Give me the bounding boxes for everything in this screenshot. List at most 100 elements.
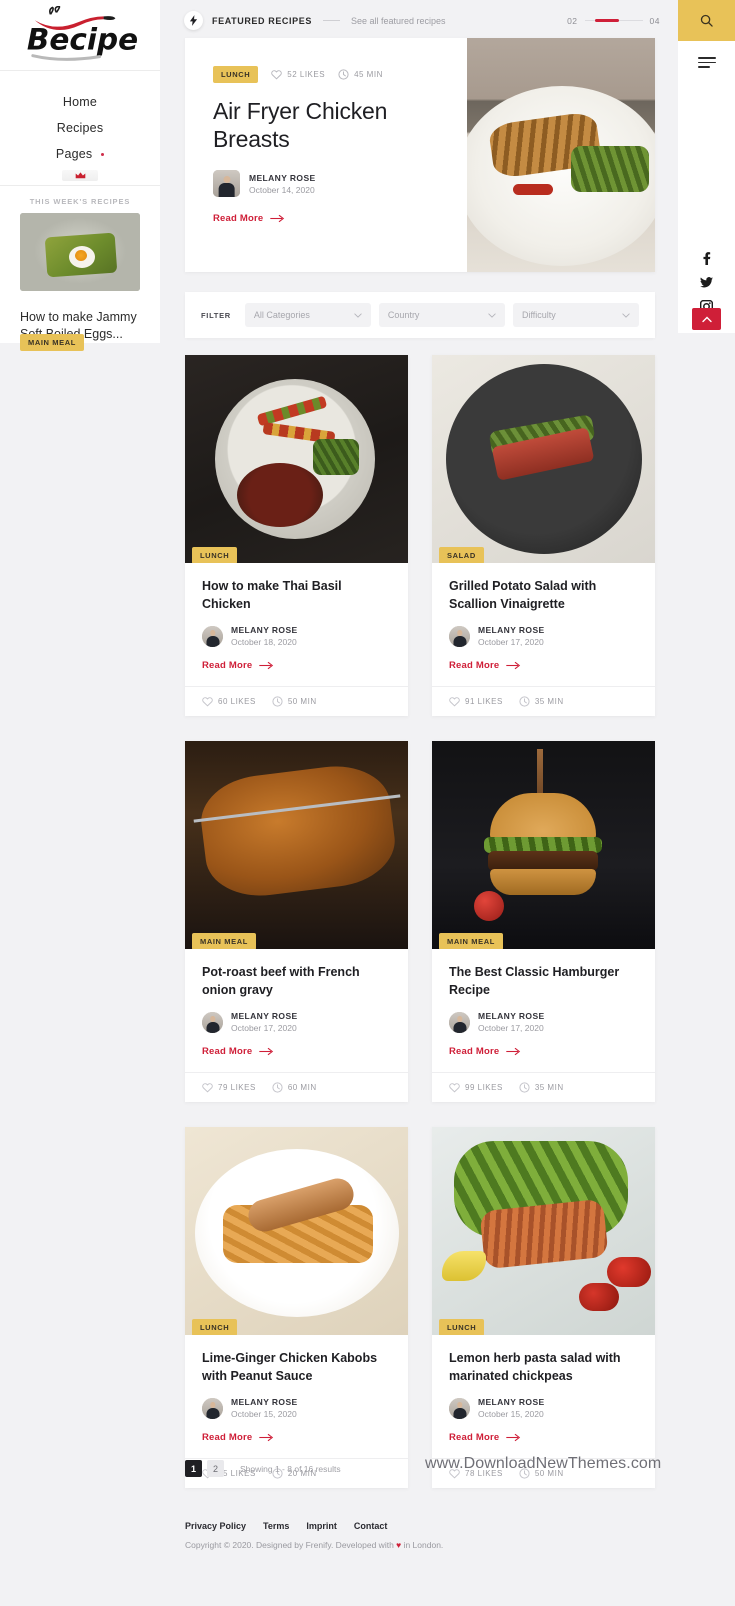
category-select[interactable]: All Categories bbox=[244, 303, 371, 327]
recipe-card-time-text: 60 MIN bbox=[287, 1083, 317, 1092]
recipe-card-author-name: MELANY ROSE bbox=[478, 625, 545, 635]
recipe-card-time-text: 35 MIN bbox=[534, 1083, 564, 1092]
recipe-card-author-name: MELANY ROSE bbox=[231, 1011, 298, 1021]
recipe-card[interactable]: LUNCH How to make Thai Basil Chicken MEL… bbox=[185, 355, 408, 716]
logo[interactable]: Becipe bbox=[0, 0, 160, 72]
twitter-icon[interactable] bbox=[700, 276, 713, 289]
crown-icon bbox=[75, 172, 85, 179]
read-more-label: Read More bbox=[213, 213, 264, 225]
footer-link-privacy-policy[interactable]: Privacy Policy bbox=[185, 1521, 246, 1531]
recipe-card-likes: 79 LIKES bbox=[202, 1082, 256, 1093]
read-more-label: Read More bbox=[202, 660, 253, 671]
back-to-top-button[interactable] bbox=[692, 308, 721, 330]
recipe-card-body: Grilled Potato Salad with Scallion Vinai… bbox=[432, 563, 655, 686]
hamburger-bar bbox=[697, 66, 710, 68]
featured-recipe-content: LUNCH 52 LIKES 45 MIN Air Fryer Chicken … bbox=[213, 66, 458, 224]
featured-likes-text: 52 LIKES bbox=[287, 70, 326, 79]
filter-label: FILTER bbox=[201, 310, 231, 320]
sidebar-divider bbox=[0, 185, 160, 187]
recipe-card-time: 50 MIN bbox=[272, 696, 317, 707]
footer: Privacy Policy Terms Imprint Contact Cop… bbox=[185, 1521, 655, 1550]
difficulty-select-value: Difficulty bbox=[521, 310, 556, 320]
featured-category-badge: LUNCH bbox=[213, 66, 259, 83]
recipe-card-time: 35 MIN bbox=[519, 1082, 564, 1093]
pagination-showing-text: Showing 1 - 8 of 16 results bbox=[240, 1463, 341, 1474]
recipe-card-author-row: MELANY ROSE October 15, 2020 bbox=[449, 1397, 638, 1419]
recipe-card[interactable]: LUNCH Lemon herb pasta salad with marina… bbox=[432, 1127, 655, 1488]
featured-recipe-image bbox=[467, 38, 655, 272]
recipe-card-likes-text: 79 LIKES bbox=[218, 1083, 256, 1092]
hamburger-bar bbox=[697, 57, 716, 59]
clock-icon bbox=[272, 696, 283, 707]
avatar bbox=[449, 1397, 470, 1419]
svg-text:Becipe: Becipe bbox=[27, 23, 138, 57]
clock-icon bbox=[272, 1082, 283, 1093]
left-sidebar: Becipe Home Recipes Pages THIS WEEK'S RE… bbox=[0, 0, 160, 351]
sidebar-item-home[interactable]: Home bbox=[0, 89, 160, 115]
crown-badge[interactable] bbox=[62, 170, 98, 182]
recipe-card-author-row: MELANY ROSE October 17, 2020 bbox=[449, 1011, 638, 1033]
recipe-card-badge: MAIN MEAL bbox=[192, 933, 256, 949]
recipe-card-read-more[interactable]: Read More bbox=[202, 1046, 391, 1072]
recipe-card-likes-text: 60 LIKES bbox=[218, 697, 256, 706]
read-more-label: Read More bbox=[449, 1046, 500, 1057]
hamburger-menu-button[interactable] bbox=[697, 57, 716, 68]
copyright-text: Copyright © 2020. Designed by Frenify. D… bbox=[185, 1540, 655, 1550]
recipe-card-time: 60 MIN bbox=[272, 1082, 317, 1093]
recipe-card-title: Pot-roast beef with French onion gravy bbox=[202, 965, 360, 997]
difficulty-select[interactable]: Difficulty bbox=[512, 303, 639, 327]
recipe-card-date: October 18, 2020 bbox=[231, 637, 297, 647]
featured-pager: 02 04 bbox=[567, 16, 660, 26]
sidebar-item-label: Pages bbox=[55, 147, 93, 162]
chevron-up-icon bbox=[701, 316, 712, 322]
recipe-card[interactable]: SALAD Grilled Potato Salad with Scallion… bbox=[432, 355, 655, 716]
clock-icon bbox=[519, 696, 530, 707]
see-all-featured-link[interactable]: See all featured recipes bbox=[351, 16, 446, 26]
sidebar-item-pages[interactable]: Pages bbox=[0, 141, 160, 167]
chevron-down-icon bbox=[488, 312, 496, 318]
recipe-card-title: Lime-Ginger Chicken Kabobs with Peanut S… bbox=[202, 1351, 378, 1383]
read-more-label: Read More bbox=[202, 1046, 253, 1057]
featured-publish-date: October 14, 2020 bbox=[249, 184, 315, 195]
week-recipe-card[interactable]: MAIN MEAL How to make Jammy Soft Boiled … bbox=[20, 213, 140, 351]
pagination-page-1[interactable]: 1 bbox=[185, 1460, 202, 1477]
footer-link-terms[interactable]: Terms bbox=[263, 1521, 289, 1531]
recipe-card-date: October 17, 2020 bbox=[478, 1023, 544, 1033]
recipe-card-date: October 15, 2020 bbox=[478, 1409, 544, 1419]
heart-icon bbox=[271, 70, 282, 80]
recipe-card-read-more[interactable]: Read More bbox=[202, 660, 391, 686]
country-select[interactable]: Country bbox=[378, 303, 505, 327]
recipe-card-read-more[interactable]: Read More bbox=[449, 660, 638, 686]
recipe-card-date: October 15, 2020 bbox=[231, 1409, 297, 1419]
recipe-card-author-name: MELANY ROSE bbox=[231, 1397, 298, 1407]
sidebar-item-recipes[interactable]: Recipes bbox=[0, 115, 160, 141]
recipe-card[interactable]: LUNCH Lime-Ginger Chicken Kabobs with Pe… bbox=[185, 1127, 408, 1488]
pager-progress-track[interactable] bbox=[584, 19, 643, 22]
avatar bbox=[213, 170, 240, 198]
footer-link-contact[interactable]: Contact bbox=[354, 1521, 388, 1531]
recipe-card[interactable]: MAIN MEAL Pot-roast beef with French oni… bbox=[185, 741, 408, 1102]
pagination-page-2[interactable]: 2 bbox=[207, 1460, 224, 1477]
recipe-card-stats: 99 LIKES 35 MIN bbox=[432, 1072, 655, 1102]
clock-icon bbox=[519, 1082, 530, 1093]
week-recipe-thumbnail bbox=[20, 213, 140, 292]
arrow-right-icon bbox=[506, 1047, 521, 1056]
search-button[interactable] bbox=[678, 0, 735, 41]
facebook-icon[interactable] bbox=[700, 252, 713, 265]
week-section-label: THIS WEEK'S RECIPES bbox=[29, 197, 131, 207]
featured-title: FEATURED RECIPES bbox=[212, 15, 312, 26]
recipe-card-image: MAIN MEAL bbox=[185, 741, 408, 949]
week-recipe-badge: MAIN MEAL bbox=[20, 334, 84, 351]
arrow-right-icon bbox=[506, 661, 521, 670]
featured-read-more-link[interactable]: Read More bbox=[213, 213, 458, 224]
sidebar-item-label: Recipes bbox=[56, 121, 104, 136]
avatar bbox=[202, 1397, 223, 1419]
recipe-card[interactable]: MAIN MEAL The Best Classic Hamburger Rec… bbox=[432, 741, 655, 1102]
footer-link-imprint[interactable]: Imprint bbox=[306, 1521, 337, 1531]
recipe-card-stats: 60 LIKES 50 MIN bbox=[185, 686, 408, 716]
recipe-card-read-more[interactable]: Read More bbox=[449, 1046, 638, 1072]
recipe-card-read-more[interactable]: Read More bbox=[202, 1432, 391, 1458]
recipe-card-badge: LUNCH bbox=[439, 1319, 485, 1335]
country-select-value: Country bbox=[387, 310, 420, 320]
recipe-card-author-row: MELANY ROSE October 15, 2020 bbox=[202, 1397, 391, 1419]
